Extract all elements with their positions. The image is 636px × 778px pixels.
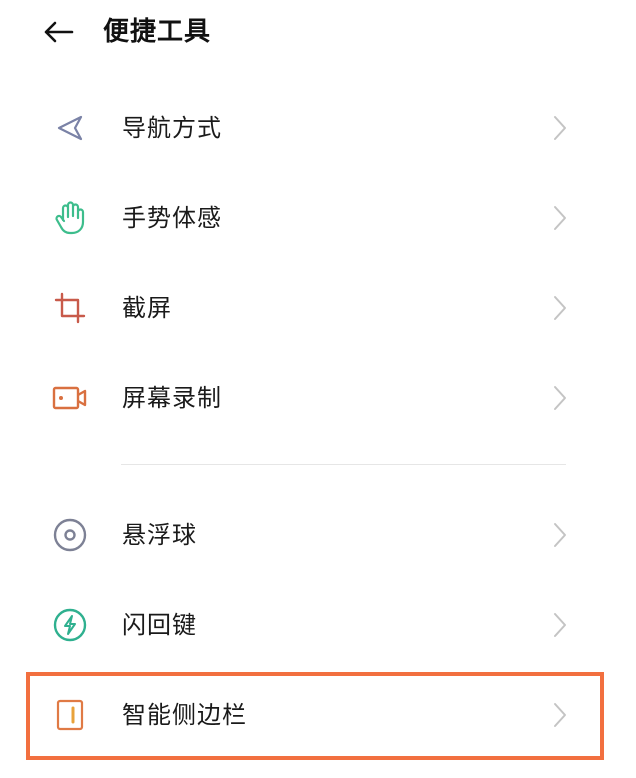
menu-item-navigation-mode[interactable]: 导航方式 (0, 83, 636, 173)
menu-item-label: 手势体感 (122, 204, 222, 232)
menu-item-screenshot[interactable]: 截屏 (0, 263, 636, 353)
back-button[interactable] (38, 14, 78, 50)
menu-item-floating-ball[interactable]: 悬浮球 (0, 490, 636, 580)
chevron-right-icon (548, 382, 572, 414)
menu-item-label: 闪回键 (122, 611, 197, 639)
navigation-arrow-icon (50, 110, 90, 146)
menu-item-label: 屏幕录制 (122, 384, 222, 412)
sidebar-icon (50, 697, 90, 733)
chevron-right-icon (548, 202, 572, 234)
menu-item-gesture-motion[interactable]: 手势体感 (0, 173, 636, 263)
chevron-right-icon (548, 609, 572, 641)
flash-bolt-icon (50, 607, 90, 643)
chevron-right-icon (548, 519, 572, 551)
menu-item-label: 截屏 (122, 294, 172, 322)
section-divider (121, 464, 566, 465)
menu-item-flashback-key[interactable]: 闪回键 (0, 580, 636, 670)
header-bar: 便捷工具 (0, 0, 636, 64)
chevron-right-icon (548, 699, 572, 731)
floating-ball-icon (50, 517, 90, 553)
menu-item-label: 智能侧边栏 (122, 701, 247, 729)
menu-item-smart-sidebar[interactable]: 智能侧边栏 (0, 670, 636, 760)
chevron-right-icon (548, 292, 572, 324)
menu-item-label: 悬浮球 (122, 521, 197, 549)
crop-icon (50, 290, 90, 326)
menu-item-screen-recording[interactable]: 屏幕录制 (0, 353, 636, 443)
video-camera-icon (50, 380, 90, 416)
hand-gesture-icon (50, 200, 90, 236)
chevron-right-icon (548, 112, 572, 144)
page-title: 便捷工具 (103, 17, 212, 47)
arrow-left-icon (44, 21, 74, 43)
menu-item-label: 导航方式 (122, 114, 222, 142)
